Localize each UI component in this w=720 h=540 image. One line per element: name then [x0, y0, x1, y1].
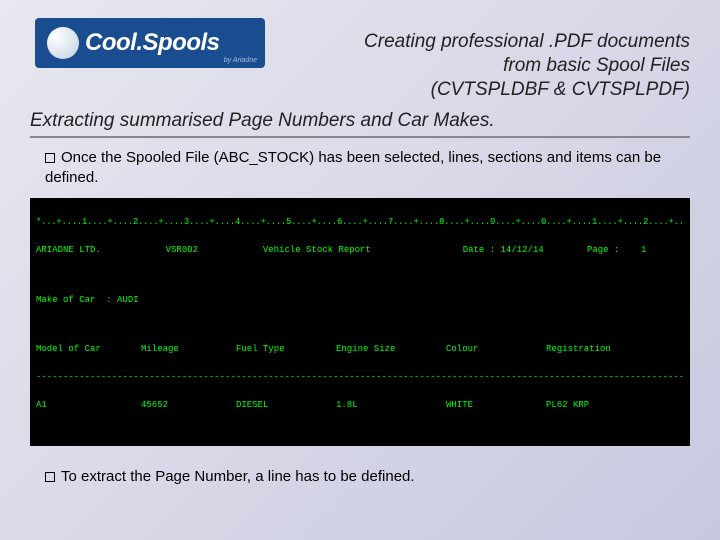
bullet-1-text: Once the Spooled File (ABC_STOCK) has be… [45, 149, 661, 186]
report-header-row: ARIADNE LTD. VSR002 Vehicle Stock Report… [36, 244, 684, 258]
make-value: AUDI [117, 295, 139, 305]
report-id: VSR002 [166, 245, 198, 255]
bullet-square-icon [45, 153, 55, 163]
slide-subtitle: Extracting summarised Page Numbers and C… [30, 110, 690, 138]
company-name: ARIADNE LTD. [36, 245, 101, 255]
hdr-fuel: Fuel Type [236, 343, 336, 357]
terminal-screenshot: *...+....1....+....2....+....3....+....4… [30, 198, 690, 446]
divider-line: ----------------------------------------… [36, 371, 684, 385]
hdr-engine: Engine Size [336, 343, 446, 357]
bullet-point-2: To extract the Page Number, a line has t… [45, 468, 690, 485]
column-headers: Model of CarMileageFuel TypeEngine SizeC… [36, 343, 684, 357]
make-label: Make of Car : [36, 295, 112, 305]
hdr-mileage: Mileage [141, 343, 236, 357]
date-label: Date : [463, 245, 495, 255]
column-ruler: *...+....1....+....2....+....3....+....4… [36, 216, 684, 230]
logo-text: Cool.Spools [85, 29, 220, 57]
bullet-square-icon [45, 472, 55, 482]
title-line-3: (CVTSPLDBF & CVTSPLPDF) [290, 78, 690, 102]
title-line-1: Creating professional .PDF documents [290, 30, 690, 54]
hdr-model: Model of Car [36, 343, 141, 357]
bullet-point-1: Once the Spooled File (ABC_STOCK) has be… [45, 148, 690, 187]
page-label: Page : [587, 245, 619, 255]
title-line-2: from basic Spool Files [290, 54, 690, 78]
page-value: 1 [641, 245, 646, 255]
logo-sphere-icon [47, 27, 79, 59]
make-row: Make of Car : AUDI [36, 294, 684, 308]
logo-byline: by Ariadne [224, 57, 257, 64]
brand-logo: Cool.Spools by Ariadne [35, 18, 265, 68]
bullet-2-text: To extract the Page Number, a line has t… [61, 468, 415, 485]
slide-title: Creating professional .PDF documents fro… [290, 30, 690, 101]
hdr-reg: Registration [546, 343, 666, 357]
hdr-colour: Colour [446, 343, 546, 357]
date-value: 14/12/14 [501, 245, 544, 255]
table-row: A145652DIESEL1.8LWHITEPL62 KRP [36, 399, 684, 413]
report-title: Vehicle Stock Report [263, 245, 371, 255]
